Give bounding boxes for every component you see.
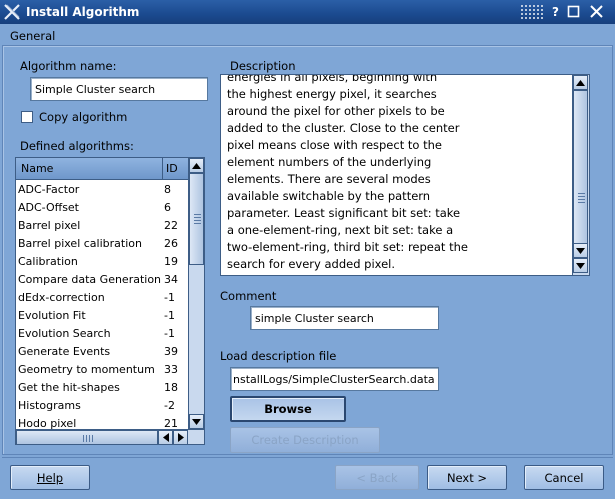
- list-horizontal-scrollbar[interactable]: [16, 429, 204, 444]
- list-item[interactable]: Get the hit-shapes 18: [16, 379, 188, 397]
- list-item[interactable]: Barrel pixel 22: [16, 217, 188, 235]
- algorithm-name-cell: Geometry to momentum: [18, 363, 155, 376]
- algorithm-id-cell: -2: [164, 399, 175, 412]
- algorithm-name-cell: Barrel pixel calibration: [18, 237, 142, 250]
- algorithm-name-label: Algorithm name:: [20, 59, 117, 73]
- comment-input[interactable]: simple Cluster search: [250, 306, 439, 330]
- list-rows: ADC-Factor 8 ADC-Offset 6 Barrel pixel 22 Barr…: [16, 181, 188, 433]
- arrow-down-icon: [576, 262, 585, 269]
- algorithm-id-cell: 8: [164, 183, 171, 196]
- svg-text:?: ?: [552, 5, 559, 19]
- browse-button[interactable]: Browse: [230, 396, 346, 422]
- help-button-label: Help: [36, 470, 64, 485]
- algorithm-id-cell: -1: [164, 309, 175, 322]
- description-textarea[interactable]: energies in all pixels, beginning with t…: [220, 74, 590, 276]
- description-scroll-down-button[interactable]: [573, 243, 588, 258]
- comment-label: Comment: [220, 289, 277, 303]
- algorithms-list[interactable]: Name ID ADC-Factor 8 ADC-Offset 6 Barrel pix…: [15, 157, 205, 445]
- scroll-left-button[interactable]: [158, 430, 173, 444]
- title-bar[interactable]: Install Algorithm ?: [0, 0, 615, 24]
- description-scrollbar[interactable]: [572, 75, 589, 275]
- window-title: Install Algorithm: [26, 5, 140, 19]
- description-label: Description: [230, 59, 296, 73]
- algorithm-name-cell: ADC-Offset: [18, 201, 79, 214]
- footer-separator: [2, 457, 613, 458]
- algorithm-name-cell: Evolution Search: [18, 327, 111, 340]
- algorithm-id-cell: 39: [164, 345, 178, 358]
- scroll-up-button[interactable]: [189, 158, 204, 173]
- list-item[interactable]: Barrel pixel calibration 26: [16, 235, 188, 253]
- copy-algorithm-checkbox[interactable]: [21, 111, 33, 123]
- description-scroll-down-button-2[interactable]: [573, 258, 588, 273]
- list-item[interactable]: Evolution Search -1: [16, 325, 188, 343]
- cancel-button[interactable]: Cancel: [524, 465, 604, 490]
- algorithm-id-cell: 19: [164, 255, 178, 268]
- algorithm-name-input[interactable]: Simple Cluster search: [30, 77, 208, 101]
- create-description-button[interactable]: Create Description: [230, 427, 380, 453]
- list-header: Name ID: [16, 158, 188, 180]
- scroll-right-button[interactable]: [173, 430, 188, 444]
- maximize-icon[interactable]: [566, 4, 581, 19]
- description-scroll-thumb[interactable]: [573, 90, 588, 246]
- list-item[interactable]: dEdx-correction -1: [16, 289, 188, 307]
- list-item[interactable]: ADC-Factor 8: [16, 181, 188, 199]
- description-scroll-up-button[interactable]: [573, 75, 588, 90]
- list-item[interactable]: Compare data Generation 34: [16, 271, 188, 289]
- titlebar-decoration: [520, 4, 544, 20]
- arrow-up-icon: [192, 162, 201, 169]
- algorithm-name-cell: Compare data Generation: [18, 273, 162, 286]
- next-button[interactable]: Next >: [427, 465, 507, 490]
- algorithm-id-cell: 22: [164, 219, 178, 232]
- load-description-label: Load description file: [220, 349, 337, 363]
- copy-algorithm-label: Copy algorithm: [39, 110, 128, 124]
- close-icon[interactable]: [589, 4, 604, 19]
- section-label: General: [10, 29, 56, 43]
- help-button[interactable]: Help: [10, 465, 90, 490]
- arrow-up-icon: [576, 79, 585, 86]
- arrow-down-icon: [576, 247, 585, 254]
- algorithm-id-cell: 33: [164, 363, 178, 376]
- hscroll-thumb[interactable]: [16, 430, 158, 444]
- list-item[interactable]: Generate Events 39: [16, 343, 188, 361]
- algorithm-name-cell: Histograms: [18, 399, 81, 412]
- algorithm-name-cell: Barrel pixel: [18, 219, 81, 232]
- algorithm-id-cell: -1: [164, 327, 175, 340]
- list-item[interactable]: Calibration 19: [16, 253, 188, 271]
- arrow-left-icon: [162, 433, 169, 442]
- algorithm-id-cell: 6: [164, 201, 171, 214]
- scroll-thumb[interactable]: [189, 173, 204, 265]
- column-header-id[interactable]: ID: [163, 158, 188, 180]
- algorithm-name-cell: ADC-Factor: [18, 183, 80, 196]
- list-vertical-scrollbar[interactable]: [188, 158, 204, 430]
- algorithm-id-cell: 34: [164, 273, 178, 286]
- algorithm-name-cell: Calibration: [18, 255, 78, 268]
- back-button[interactable]: < Back: [335, 465, 419, 490]
- arrow-down-icon: [192, 418, 201, 425]
- scroll-down-button[interactable]: [189, 414, 204, 429]
- description-file-input[interactable]: nstallLogs/SimpleClusterSearch.data: [230, 367, 439, 391]
- description-text: energies in all pixels, beginning with t…: [227, 74, 468, 271]
- x-logo-icon: [4, 4, 20, 20]
- list-item[interactable]: Geometry to momentum 33: [16, 361, 188, 379]
- list-item[interactable]: ADC-Offset 6: [16, 199, 188, 217]
- list-item[interactable]: Evolution Fit -1: [16, 307, 188, 325]
- arrow-right-icon: [177, 433, 184, 442]
- algorithm-name-cell: Generate Events: [18, 345, 111, 358]
- algorithm-id-cell: -1: [164, 291, 175, 304]
- algorithm-id-cell: 18: [164, 381, 178, 394]
- list-item[interactable]: Histograms -2: [16, 397, 188, 415]
- column-header-name[interactable]: Name: [16, 158, 163, 180]
- algorithm-id-cell: 26: [164, 237, 178, 250]
- question-icon[interactable]: ?: [548, 4, 563, 19]
- algorithm-name-cell: Evolution Fit: [18, 309, 86, 322]
- algorithm-name-cell: Get the hit-shapes: [18, 381, 120, 394]
- defined-algorithms-label: Defined algorithms:: [20, 139, 134, 153]
- algorithm-name-cell: dEdx-correction: [18, 291, 105, 304]
